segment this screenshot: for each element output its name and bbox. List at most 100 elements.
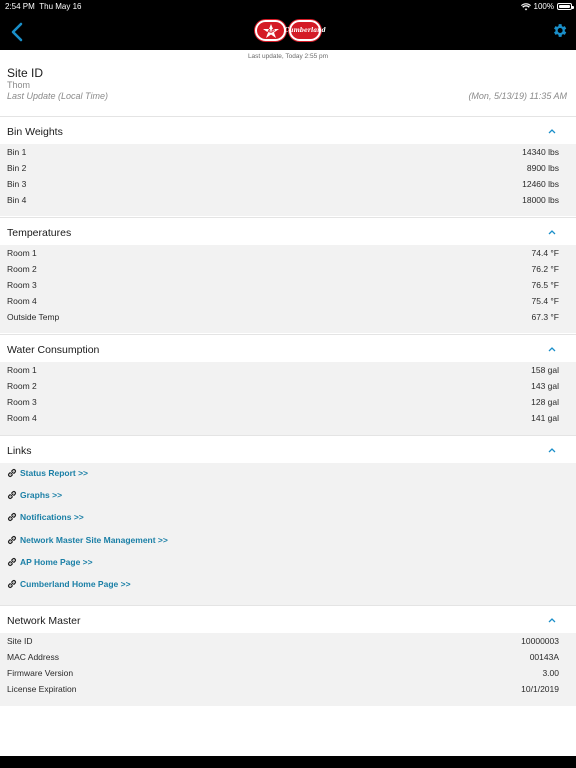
row-label: Outside Temp bbox=[7, 312, 60, 322]
last-update-value: (Mon, 5/13/19) 11:35 AM bbox=[468, 91, 567, 101]
chevron-up-icon bbox=[548, 230, 556, 235]
nav-bar: 2:54 PM Thu May 16 100% AP Cumberland bbox=[0, 0, 576, 50]
table-row: Outside Temp 67.3 °F bbox=[0, 309, 576, 325]
table-row: Bin 2 8900 lbs bbox=[0, 160, 576, 176]
wifi-icon bbox=[520, 2, 531, 10]
row-value: 128 gal bbox=[531, 397, 559, 407]
row-label: Bin 2 bbox=[7, 163, 27, 173]
row-label: Room 3 bbox=[7, 280, 37, 290]
table-row: Room 1 158 gal bbox=[0, 362, 576, 378]
link-notifications[interactable]: Notifications >> bbox=[0, 507, 576, 529]
row-value: 143 gal bbox=[531, 381, 559, 391]
last-update-label: Last Update (Local Time) bbox=[7, 91, 108, 101]
table-row: Bin 4 18000 lbs bbox=[0, 192, 576, 208]
link-label[interactable]: Notifications >> bbox=[20, 512, 84, 522]
table-row: Bin 3 12460 lbs bbox=[0, 176, 576, 192]
row-value: 74.4 °F bbox=[531, 248, 560, 258]
table-row: Room 4 141 gal bbox=[0, 410, 576, 426]
battery-percent: 100% bbox=[533, 2, 554, 11]
row-value: 8900 lbs bbox=[526, 163, 559, 173]
chevron-up-icon bbox=[548, 347, 556, 352]
battery-icon bbox=[557, 3, 574, 10]
row-value: 10/1/2019 bbox=[521, 684, 559, 694]
link-icon bbox=[7, 468, 17, 478]
row-value: 141 gal bbox=[531, 413, 559, 423]
section-title: Temperatures bbox=[7, 227, 72, 239]
link-icon bbox=[7, 491, 17, 500]
link-icon bbox=[7, 557, 17, 566]
link-icon bbox=[7, 579, 17, 588]
row-value: 76.2 °F bbox=[531, 264, 560, 274]
last-update-note: Last update, Today 2:55 pm bbox=[247, 53, 329, 60]
link-graphs[interactable]: Graphs >> bbox=[0, 485, 576, 507]
bottom-bar bbox=[0, 756, 576, 768]
section-header-links[interactable]: Links bbox=[0, 435, 576, 464]
section-title: Bin Weights bbox=[7, 126, 63, 138]
table-row: Room 2 143 gal bbox=[0, 378, 576, 394]
table-row: MAC Address 00143A bbox=[0, 649, 576, 665]
row-value: 3.00 bbox=[542, 668, 559, 678]
row-label: License Expiration bbox=[7, 684, 77, 694]
section-body-network-master: Site ID 10000003 MAC Address 00143A Firmwa… bbox=[0, 633, 576, 706]
table-row: Firmware Version 3.00 bbox=[0, 665, 576, 681]
chevron-up-icon bbox=[548, 129, 556, 134]
table-row: Room 4 75.4 °F bbox=[0, 293, 576, 309]
link-label[interactable]: AP Home Page >> bbox=[20, 557, 93, 567]
link-label[interactable]: Graphs >> bbox=[20, 490, 62, 500]
brand-logos: AP Cumberland bbox=[255, 20, 326, 41]
row-label: Firmware Version bbox=[7, 668, 74, 678]
row-value: 67.3 °F bbox=[531, 312, 560, 322]
row-value: 158 gal bbox=[531, 365, 559, 375]
table-row: Room 3 76.5 °F bbox=[0, 277, 576, 293]
table-row: Site ID 10000003 bbox=[0, 633, 576, 649]
table-row: Room 3 128 gal bbox=[0, 394, 576, 410]
ap-star-icon: AP bbox=[262, 23, 279, 38]
row-label: Room 1 bbox=[7, 365, 37, 375]
back-chevron-icon[interactable] bbox=[8, 21, 26, 43]
section-header-water-consumption[interactable]: Water Consumption bbox=[0, 334, 576, 363]
section-title: Links bbox=[7, 445, 32, 457]
chevron-up-icon bbox=[548, 448, 556, 453]
row-label: Bin 1 bbox=[7, 147, 27, 157]
section-body-water-consumption: Room 1 158 gal Room 2 143 gal Room 3 128 ga… bbox=[0, 362, 576, 435]
section-body-links: Status Report >> Graphs >> Notifications… bbox=[0, 463, 576, 605]
site-name: Thom bbox=[7, 80, 31, 90]
status-bar: 2:54 PM Thu May 16 100% bbox=[0, 0, 576, 12]
ap-logo: AP bbox=[255, 20, 286, 41]
link-label[interactable]: Cumberland Home Page >> bbox=[20, 579, 131, 589]
settings-gear-icon[interactable] bbox=[551, 22, 568, 39]
row-label: MAC Address bbox=[7, 652, 59, 662]
status-time: 2:54 PM Thu May 16 bbox=[5, 2, 82, 11]
link-label[interactable]: Status Report >> bbox=[20, 468, 88, 478]
row-label: Room 4 bbox=[7, 296, 37, 306]
link-icon bbox=[7, 535, 17, 544]
row-label: Room 2 bbox=[7, 381, 37, 391]
row-value: 00143A bbox=[529, 652, 559, 662]
chevron-up-icon bbox=[548, 618, 556, 623]
table-row: License Expiration 10/1/2019 bbox=[0, 681, 576, 697]
row-label: Bin 3 bbox=[7, 179, 27, 189]
table-row: Room 1 74.4 °F bbox=[0, 245, 576, 261]
row-value: 76.5 °F bbox=[531, 280, 560, 290]
section-header-network-master[interactable]: Network Master bbox=[0, 605, 576, 634]
row-label: Room 2 bbox=[7, 264, 37, 274]
link-ap-home-page[interactable]: AP Home Page >> bbox=[0, 552, 576, 574]
row-label: Site ID bbox=[7, 636, 33, 646]
cumberland-logo: Cumberland bbox=[284, 20, 326, 41]
link-cumberland-home-page[interactable]: Cumberland Home Page >> bbox=[0, 574, 576, 596]
section-header-temperatures[interactable]: Temperatures bbox=[0, 217, 576, 246]
link-network-master-site-management[interactable]: Network Master Site Management >> bbox=[0, 530, 576, 552]
status-right: 100% bbox=[520, 2, 574, 11]
section-header-bin-weights[interactable]: Bin Weights bbox=[0, 116, 576, 145]
section-title: Network Master bbox=[7, 615, 81, 627]
row-label: Room 4 bbox=[7, 413, 37, 423]
row-value: 10000003 bbox=[521, 636, 559, 646]
section-body-bin-weights: Bin 1 14340 lbs Bin 2 8900 lbs Bin 3 12460 … bbox=[0, 144, 576, 216]
link-label[interactable]: Network Master Site Management >> bbox=[20, 535, 168, 545]
row-value: 75.4 °F bbox=[531, 296, 560, 306]
row-value: 14340 lbs bbox=[522, 147, 559, 157]
link-status-report[interactable]: Status Report >> bbox=[0, 463, 576, 485]
row-label: Room 3 bbox=[7, 397, 37, 407]
section-title: Water Consumption bbox=[7, 344, 100, 356]
row-label: Room 1 bbox=[7, 248, 37, 258]
